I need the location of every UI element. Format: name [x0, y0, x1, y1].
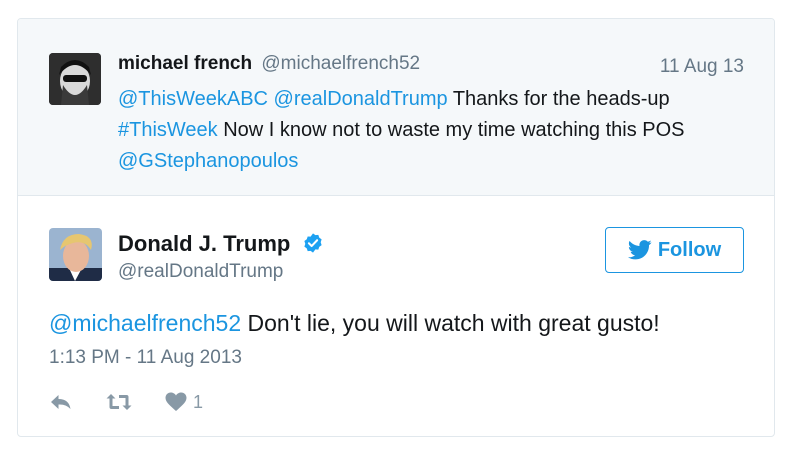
like-count: 1 [193, 391, 204, 412]
tweet-text: @michaelfrench52 Don't lie, you will wat… [49, 310, 660, 337]
parent-author-avatar[interactable] [49, 53, 101, 105]
parent-author-name[interactable]: michael french [118, 53, 252, 74]
parent-tweet[interactable]: michael french @michaelfrench52 11 Aug 1… [18, 19, 774, 196]
mention-link[interactable]: @GStephanopoulos [118, 150, 298, 172]
author-handle[interactable]: @realDonaldTrump [118, 261, 283, 283]
twitter-bird-icon [627, 240, 652, 260]
reply-icon [51, 395, 71, 409]
mention-link[interactable]: @realDonaldTrump [274, 88, 448, 110]
follow-button[interactable]: Follow [605, 227, 744, 273]
parent-tweet-date[interactable]: 11 Aug 13 [660, 56, 744, 78]
author-name[interactable]: Donald J. Trump [118, 231, 324, 260]
mention-link[interactable]: @michaelfrench52 [49, 310, 241, 336]
retweet-icon [106, 394, 132, 410]
parent-author-handle[interactable]: @michaelfrench52 [261, 53, 420, 74]
follow-button-label: Follow [657, 238, 722, 261]
tweet-text-segment: Don't lie, you will watch with great gus… [241, 310, 660, 336]
author-avatar[interactable] [49, 228, 102, 281]
tweet-actions: 1 [49, 388, 235, 416]
reply-button[interactable] [49, 392, 73, 412]
mention-link[interactable]: @ThisWeekABC [118, 88, 268, 110]
verified-badge-icon [302, 232, 324, 260]
hashtag-link[interactable]: #ThisWeek [118, 119, 218, 141]
tweet-timestamp[interactable]: 1:13 PM - 11 Aug 2013 [49, 347, 242, 369]
like-button[interactable]: 1 [165, 392, 203, 413]
author-name-text: Donald J. Trump [118, 231, 291, 256]
tweet-text-segment: Thanks for the heads-up [447, 88, 670, 110]
parent-tweet-text: @ThisWeekABC @realDonaldTrump Thanks for… [118, 84, 738, 177]
heart-icon [165, 392, 187, 411]
parent-tweet-header: michael french @michaelfrench52 [118, 53, 420, 75]
embedded-tweet-card: michael french @michaelfrench52 11 Aug 1… [17, 18, 775, 437]
tweet-text-segment: Now I know not to waste my time watching… [217, 119, 685, 141]
retweet-button[interactable] [105, 392, 133, 412]
